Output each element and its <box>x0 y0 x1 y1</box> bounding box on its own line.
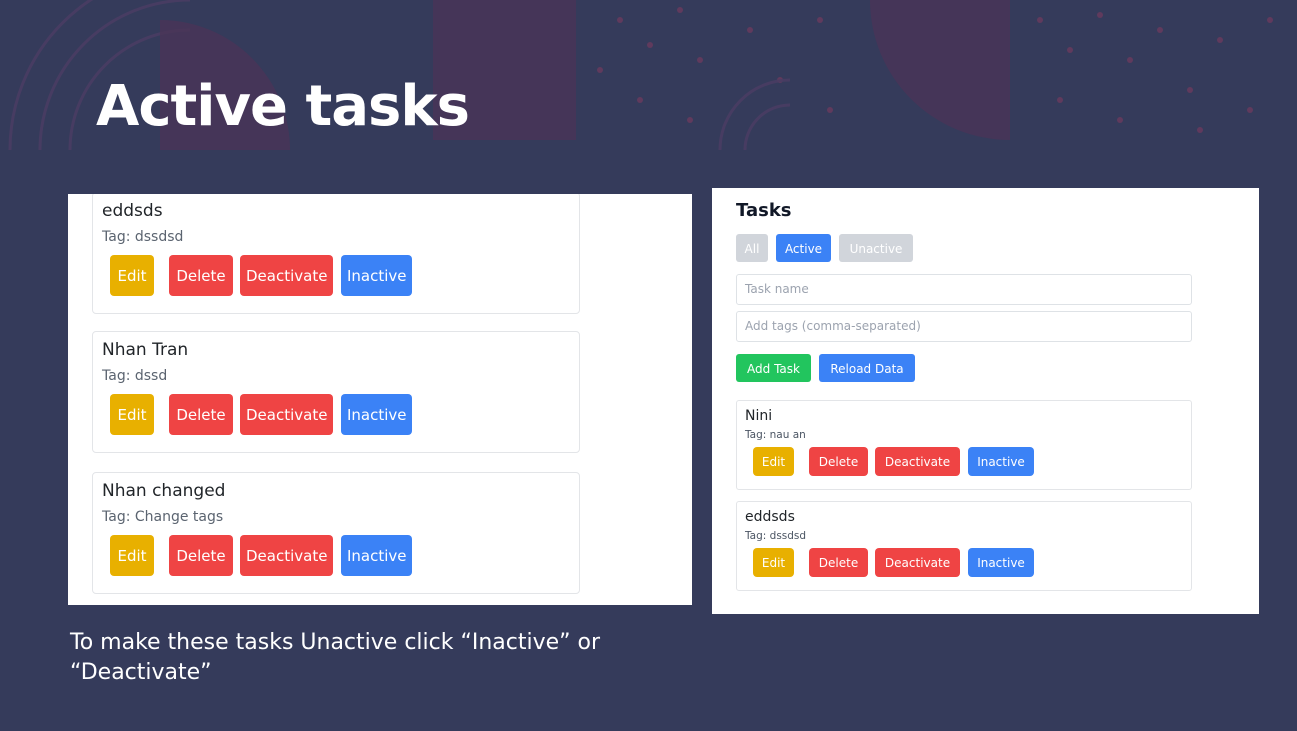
edit-button[interactable]: Edit <box>110 394 154 435</box>
filter-active-button[interactable]: Active <box>776 234 831 262</box>
edit-button[interactable]: Edit <box>753 447 794 476</box>
inactive-button[interactable]: Inactive <box>341 535 412 576</box>
task-name: Nhan Tran <box>102 340 189 360</box>
deactivate-button[interactable]: Deactivate <box>240 255 333 296</box>
right-screenshot: Tasks All Active Unactive Task name Add … <box>712 188 1259 614</box>
delete-button[interactable]: Delete <box>809 548 868 577</box>
task-card: Nhan Tran Tag: dssd Edit Delete Deactiva… <box>92 331 580 453</box>
task-tag: Tag: dssd <box>102 368 168 384</box>
tags-input[interactable]: Add tags (comma-separated) <box>736 311 1192 342</box>
task-name-input[interactable]: Task name <box>736 274 1192 305</box>
task-name: Nini <box>745 408 773 424</box>
task-card: eddsds Tag: dssdsd Edit Delete Deactivat… <box>736 501 1192 591</box>
inactive-button[interactable]: Inactive <box>341 255 412 296</box>
filter-unactive-button[interactable]: Unactive <box>839 234 913 262</box>
task-tag: Tag: nau an <box>745 429 806 441</box>
slide-title: Active tasks <box>96 74 470 139</box>
deactivate-button[interactable]: Deactivate <box>875 447 960 476</box>
add-task-button[interactable]: Add Task <box>736 354 811 382</box>
task-card: eddsds Tag: dssdsd Edit Delete Deactivat… <box>92 194 580 314</box>
filter-all-button[interactable]: All <box>736 234 768 262</box>
deactivate-button[interactable]: Deactivate <box>240 394 333 435</box>
task-card: Nhan changed Tag: Change tags Edit Delet… <box>92 472 580 594</box>
edit-button[interactable]: Edit <box>110 255 154 296</box>
task-name: eddsds <box>102 201 163 221</box>
edit-button[interactable]: Edit <box>753 548 794 577</box>
inactive-button[interactable]: Inactive <box>968 447 1034 476</box>
task-card: Nini Tag: nau an Edit Delete Deactivate … <box>736 400 1192 490</box>
reload-data-button[interactable]: Reload Data <box>819 354 915 382</box>
inactive-button[interactable]: Inactive <box>341 394 412 435</box>
tasks-heading: Tasks <box>736 200 792 221</box>
task-name: Nhan changed <box>102 481 226 501</box>
deactivate-button[interactable]: Deactivate <box>875 548 960 577</box>
delete-button[interactable]: Delete <box>169 535 233 576</box>
delete-button[interactable]: Delete <box>169 255 233 296</box>
deactivate-button[interactable]: Deactivate <box>240 535 333 576</box>
left-screenshot: eddsds Tag: dssdsd Edit Delete Deactivat… <box>68 194 692 605</box>
task-name: eddsds <box>745 509 795 525</box>
task-tag: Tag: dssdsd <box>102 229 184 245</box>
slide-caption: To make these tasks Unactive click “Inac… <box>70 630 601 685</box>
task-tag: Tag: dssdsd <box>745 530 807 542</box>
delete-button[interactable]: Delete <box>169 394 233 435</box>
delete-button[interactable]: Delete <box>809 447 868 476</box>
inactive-button[interactable]: Inactive <box>968 548 1034 577</box>
task-tag: Tag: Change tags <box>102 509 224 525</box>
edit-button[interactable]: Edit <box>110 535 154 576</box>
